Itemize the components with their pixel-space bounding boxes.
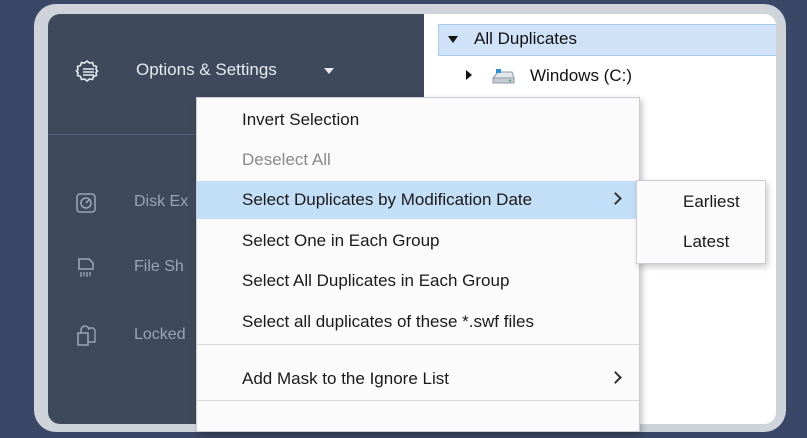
menu-item-select-one-in-each-group[interactable]: Select One in Each Group — [197, 222, 639, 260]
drive-icon — [491, 69, 515, 84]
sidebar-item-label: File Sh — [134, 258, 184, 275]
disk-explorer-icon — [76, 193, 96, 213]
expand-down-icon[interactable] — [448, 36, 458, 43]
options-settings-button[interactable]: Options & Settings — [48, 52, 424, 88]
chevron-right-icon — [609, 192, 622, 205]
menu-item-label: Deselect All — [242, 150, 331, 169]
chevron-right-icon — [609, 371, 622, 384]
menu-item-label: Select Duplicates by Modification Date — [242, 190, 533, 209]
menu-divider — [197, 344, 639, 345]
chevron-down-icon — [324, 68, 334, 74]
sidebar-item-label: Disk Ex — [134, 193, 189, 210]
menu-item-invert-selection[interactable]: Invert Selection — [197, 101, 639, 139]
menu-item-deselect-all: Deselect All — [197, 141, 639, 179]
submenu-item-label: Earliest — [683, 192, 740, 211]
menu-item-label: Add Mask to the Ignore List — [242, 369, 449, 388]
menu-item-select-all-duplicates-in-each-group[interactable]: Select All Duplicates in Each Group — [197, 262, 639, 300]
sidebar-item-locked-files[interactable]: Locked — [48, 318, 208, 354]
menu-item-label: Select all duplicates of these *.swf fil… — [242, 312, 534, 331]
menu-divider — [197, 400, 639, 401]
menu-item-label: Select One in Each Group — [242, 231, 440, 250]
tree-label-all-duplicates: All Duplicates — [474, 29, 577, 48]
submenu-item-earliest[interactable]: Earliest — [637, 183, 765, 221]
submenu-item-label: Latest — [683, 232, 730, 251]
menu-item-label: Select All Duplicates in Each Group — [242, 271, 510, 290]
sidebar-item-disk-explorer[interactable]: Disk Ex — [48, 185, 208, 221]
file-shredder-icon — [78, 258, 94, 277]
sidebar-item-file-shredder[interactable]: File Sh — [48, 250, 208, 286]
menu-item-select-by-modification-date[interactable]: Select Duplicates by Modification Date — [197, 181, 639, 219]
modification-date-submenu: Earliest Latest — [636, 180, 766, 264]
options-context-menu: Invert Selection Deselect All Select Dup… — [196, 97, 640, 432]
locked-files-icon — [77, 325, 96, 346]
tree-label-drive[interactable]: Windows (C:) — [530, 66, 632, 86]
sidebar-item-label: Locked — [134, 326, 186, 343]
menu-item-add-mask-ignore-list[interactable]: Add Mask to the Ignore List — [197, 360, 639, 398]
settings-gear-icon — [75, 59, 99, 83]
expand-right-icon[interactable] — [466, 70, 472, 80]
menu-item-select-swf-duplicates[interactable]: Select all duplicates of these *.swf fil… — [197, 303, 639, 341]
options-settings-label: Options & Settings — [136, 60, 277, 79]
submenu-item-latest[interactable]: Latest — [637, 223, 765, 261]
menu-item-label: Invert Selection — [242, 110, 360, 129]
